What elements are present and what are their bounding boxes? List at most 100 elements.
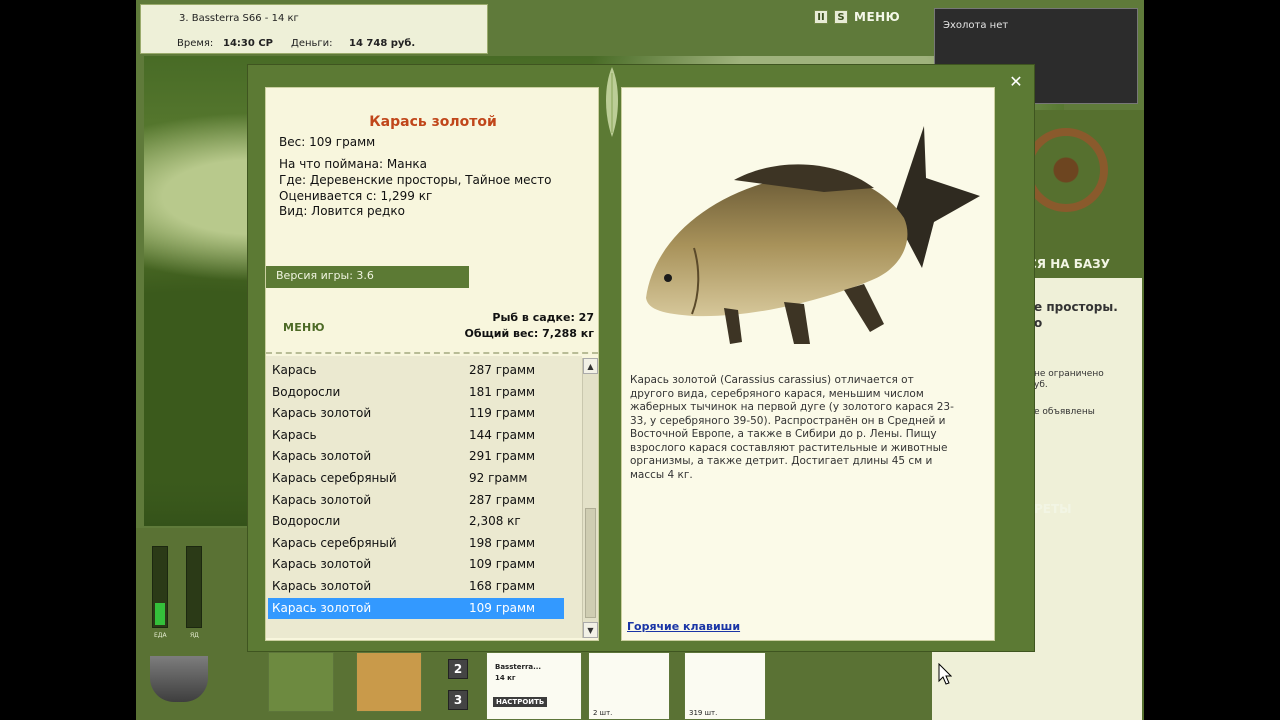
secrets-button[interactable]: РЕТЫ <box>1034 502 1072 516</box>
catch-item-weight: 181 грамм <box>469 384 536 399</box>
fish-description-card: Карась золотой (Carassius carassius) отл… <box>621 87 995 641</box>
food-label: ЕДА <box>154 632 167 639</box>
catch-item-name: Карась золотой <box>272 557 372 572</box>
announce-note: е объявлены <box>1034 407 1095 417</box>
catch-item-weight: 92 грамм <box>469 471 528 485</box>
divider <box>266 352 598 354</box>
catch-item-name: Карась золотой <box>272 406 372 421</box>
catch-list-item[interactable]: Карась золотой 287 грамм <box>268 490 564 511</box>
setup-button[interactable]: НАСТРОИТЬ <box>493 697 548 707</box>
catch-list-item[interactable]: Карась золотой 291 грамм <box>268 446 564 467</box>
money-label: Деньги: <box>291 38 333 49</box>
catch-item-name: Карась серебряный <box>272 471 397 485</box>
catch-item-name: Карась золотой <box>272 492 372 507</box>
catch-list-item[interactable]: Карась 144 грамм <box>268 425 564 446</box>
price-note: уб. <box>1034 380 1048 390</box>
crucian-carp-image <box>646 126 980 344</box>
limit-note: не ограничено <box>1034 369 1104 379</box>
lure-count: 2 шт. <box>593 709 613 717</box>
fish-rarity: Вид: Ловится редко <box>279 204 405 218</box>
close-button[interactable]: ✕ <box>1006 71 1026 91</box>
fish-bait: На что поймана: Манка <box>279 157 428 171</box>
catch-item-name: Карась золотой <box>272 579 372 593</box>
tackle-label: 3. Bassterra S66 - 14 кг <box>179 13 299 24</box>
game-screen: 3. Bassterra S66 - 14 кг Время: 14:30 СР… <box>136 0 1144 720</box>
catch-list[interactable]: Карась 287 грамм Водоросли 181 грамм Карась … <box>266 356 582 638</box>
groundbait-count: 319 шт. <box>689 709 718 717</box>
food-meter <box>152 546 168 628</box>
bucket-slot[interactable] <box>356 652 422 712</box>
catch-item-weight: 287 грамм <box>469 363 536 377</box>
ship-wheel-icon[interactable] <box>1024 128 1108 212</box>
echo-label: Эхолота нет <box>943 20 1009 31</box>
catch-list-item[interactable]: Карась золотой 168 грамм <box>268 576 564 597</box>
catch-details-card: Карась золотой Вес: 109 грамм На что пой… <box>265 87 599 641</box>
food-meter-fill <box>155 603 165 625</box>
total-weight: Общий вес: 7,288 кг <box>464 327 594 340</box>
catch-list-item[interactable]: Водоросли 181 грамм <box>268 382 564 403</box>
catch-list-item[interactable]: Водоросли 2,308 кг <box>268 511 564 532</box>
catch-item-name: Карась <box>272 427 317 442</box>
fish-place: Где: Деревенские просторы, Тайное место <box>279 173 552 187</box>
hotkeys-link[interactable]: Горячие клавиши <box>627 620 740 633</box>
menu-button[interactable]: МЕНЮ <box>283 321 325 334</box>
fish-value: Оценивается с: 1,299 кг <box>279 189 433 203</box>
time-value: 14:30 СР <box>223 38 273 49</box>
version-bar: Версия игры: 3.6 <box>266 266 469 288</box>
fish-description: Карась золотой (Carassius carassius) отл… <box>630 374 954 481</box>
slot-2-button[interactable]: 2 <box>448 659 468 679</box>
scroll-thumb[interactable] <box>585 508 596 618</box>
catch-item-name: Водоросли <box>272 384 341 399</box>
catch-item-weight: 109 грамм <box>469 600 536 615</box>
status-panel: 3. Bassterra S66 - 14 кг Время: 14:30 СР… <box>140 4 488 54</box>
catch-item-weight: 287 грамм <box>469 492 536 507</box>
location-name: е просторы. <box>1034 300 1118 314</box>
catch-list-item[interactable]: Карась золотой 109 грамм <box>268 554 564 575</box>
catch-item-name: Карась серебряный <box>272 535 397 550</box>
fish-count: Рыб в садке: 27 <box>492 311 594 324</box>
cooking-pot-icon[interactable] <box>150 656 208 702</box>
catch-list-item[interactable]: Карась серебряный 92 грамм <box>268 468 564 489</box>
catch-list-item[interactable]: Карась серебряный 198 грамм <box>268 533 564 554</box>
top-menu-button[interactable]: МЕНЮ <box>854 10 900 24</box>
fish-title: Карась золотой <box>369 114 497 130</box>
catch-list-scrollbar[interactable]: ▲ ▼ <box>582 358 598 638</box>
bait-box-slot[interactable] <box>268 652 334 712</box>
time-label: Время: <box>177 38 214 49</box>
pause-button[interactable]: II <box>814 10 828 24</box>
return-to-base-button[interactable]: СЯ НА БАЗУ <box>1028 257 1110 271</box>
money-value: 14 748 руб. <box>349 38 416 49</box>
catch-item-name: Карась золотой <box>272 449 372 464</box>
catch-item-name: Карась золотой <box>272 600 372 615</box>
mouse-cursor-icon <box>938 663 952 685</box>
catch-item-weight: 119 грамм <box>469 406 536 421</box>
rod-name: Bassterra... <box>495 663 542 671</box>
catch-item-weight: 198 грамм <box>469 535 536 550</box>
lure-slot[interactable]: 2 шт. <box>588 652 670 720</box>
water-meter <box>186 546 202 628</box>
rod-slot[interactable]: Bassterra... 14 кг НАСТРОИТЬ <box>486 652 582 720</box>
catch-item-weight: 2,308 кг <box>469 514 521 529</box>
catch-item-weight: 109 грамм <box>469 557 536 572</box>
catch-item-weight: 168 грамм <box>469 579 536 593</box>
rod-weight: 14 кг <box>495 674 516 682</box>
leaf-ornament-icon <box>606 67 618 137</box>
slot-3-button[interactable]: 3 <box>448 690 468 710</box>
groundbait-slot[interactable]: 319 шт. <box>684 652 766 720</box>
top-controls: II S МЕНЮ <box>814 10 900 24</box>
catch-list-item[interactable]: Карась 287 грамм <box>268 360 564 381</box>
fish-weight: Вес: 109 грамм <box>279 135 376 149</box>
catch-item-name: Карась <box>272 363 317 377</box>
catch-list-item[interactable]: Карась золотой 119 грамм <box>268 403 564 424</box>
catch-item-weight: 291 грамм <box>469 449 536 464</box>
sound-button[interactable]: S <box>834 10 848 24</box>
catch-list-item[interactable]: Карась золотой 109 грамм <box>268 597 564 619</box>
keepnet-stats: Рыб в садке: 27 Общий вес: 7,288 кг <box>465 310 594 342</box>
water-label: ЯД <box>190 632 199 639</box>
catch-item-weight: 144 грамм <box>469 427 536 442</box>
fish-info-dialog: ✕ Карась золотой Вес: 109 грамм На что п… <box>247 64 1035 652</box>
catch-item-name: Водоросли <box>272 514 341 529</box>
scroll-down-arrow-icon[interactable]: ▼ <box>583 622 598 638</box>
location-name-line2: о <box>1034 316 1043 330</box>
scroll-up-arrow-icon[interactable]: ▲ <box>583 358 598 374</box>
